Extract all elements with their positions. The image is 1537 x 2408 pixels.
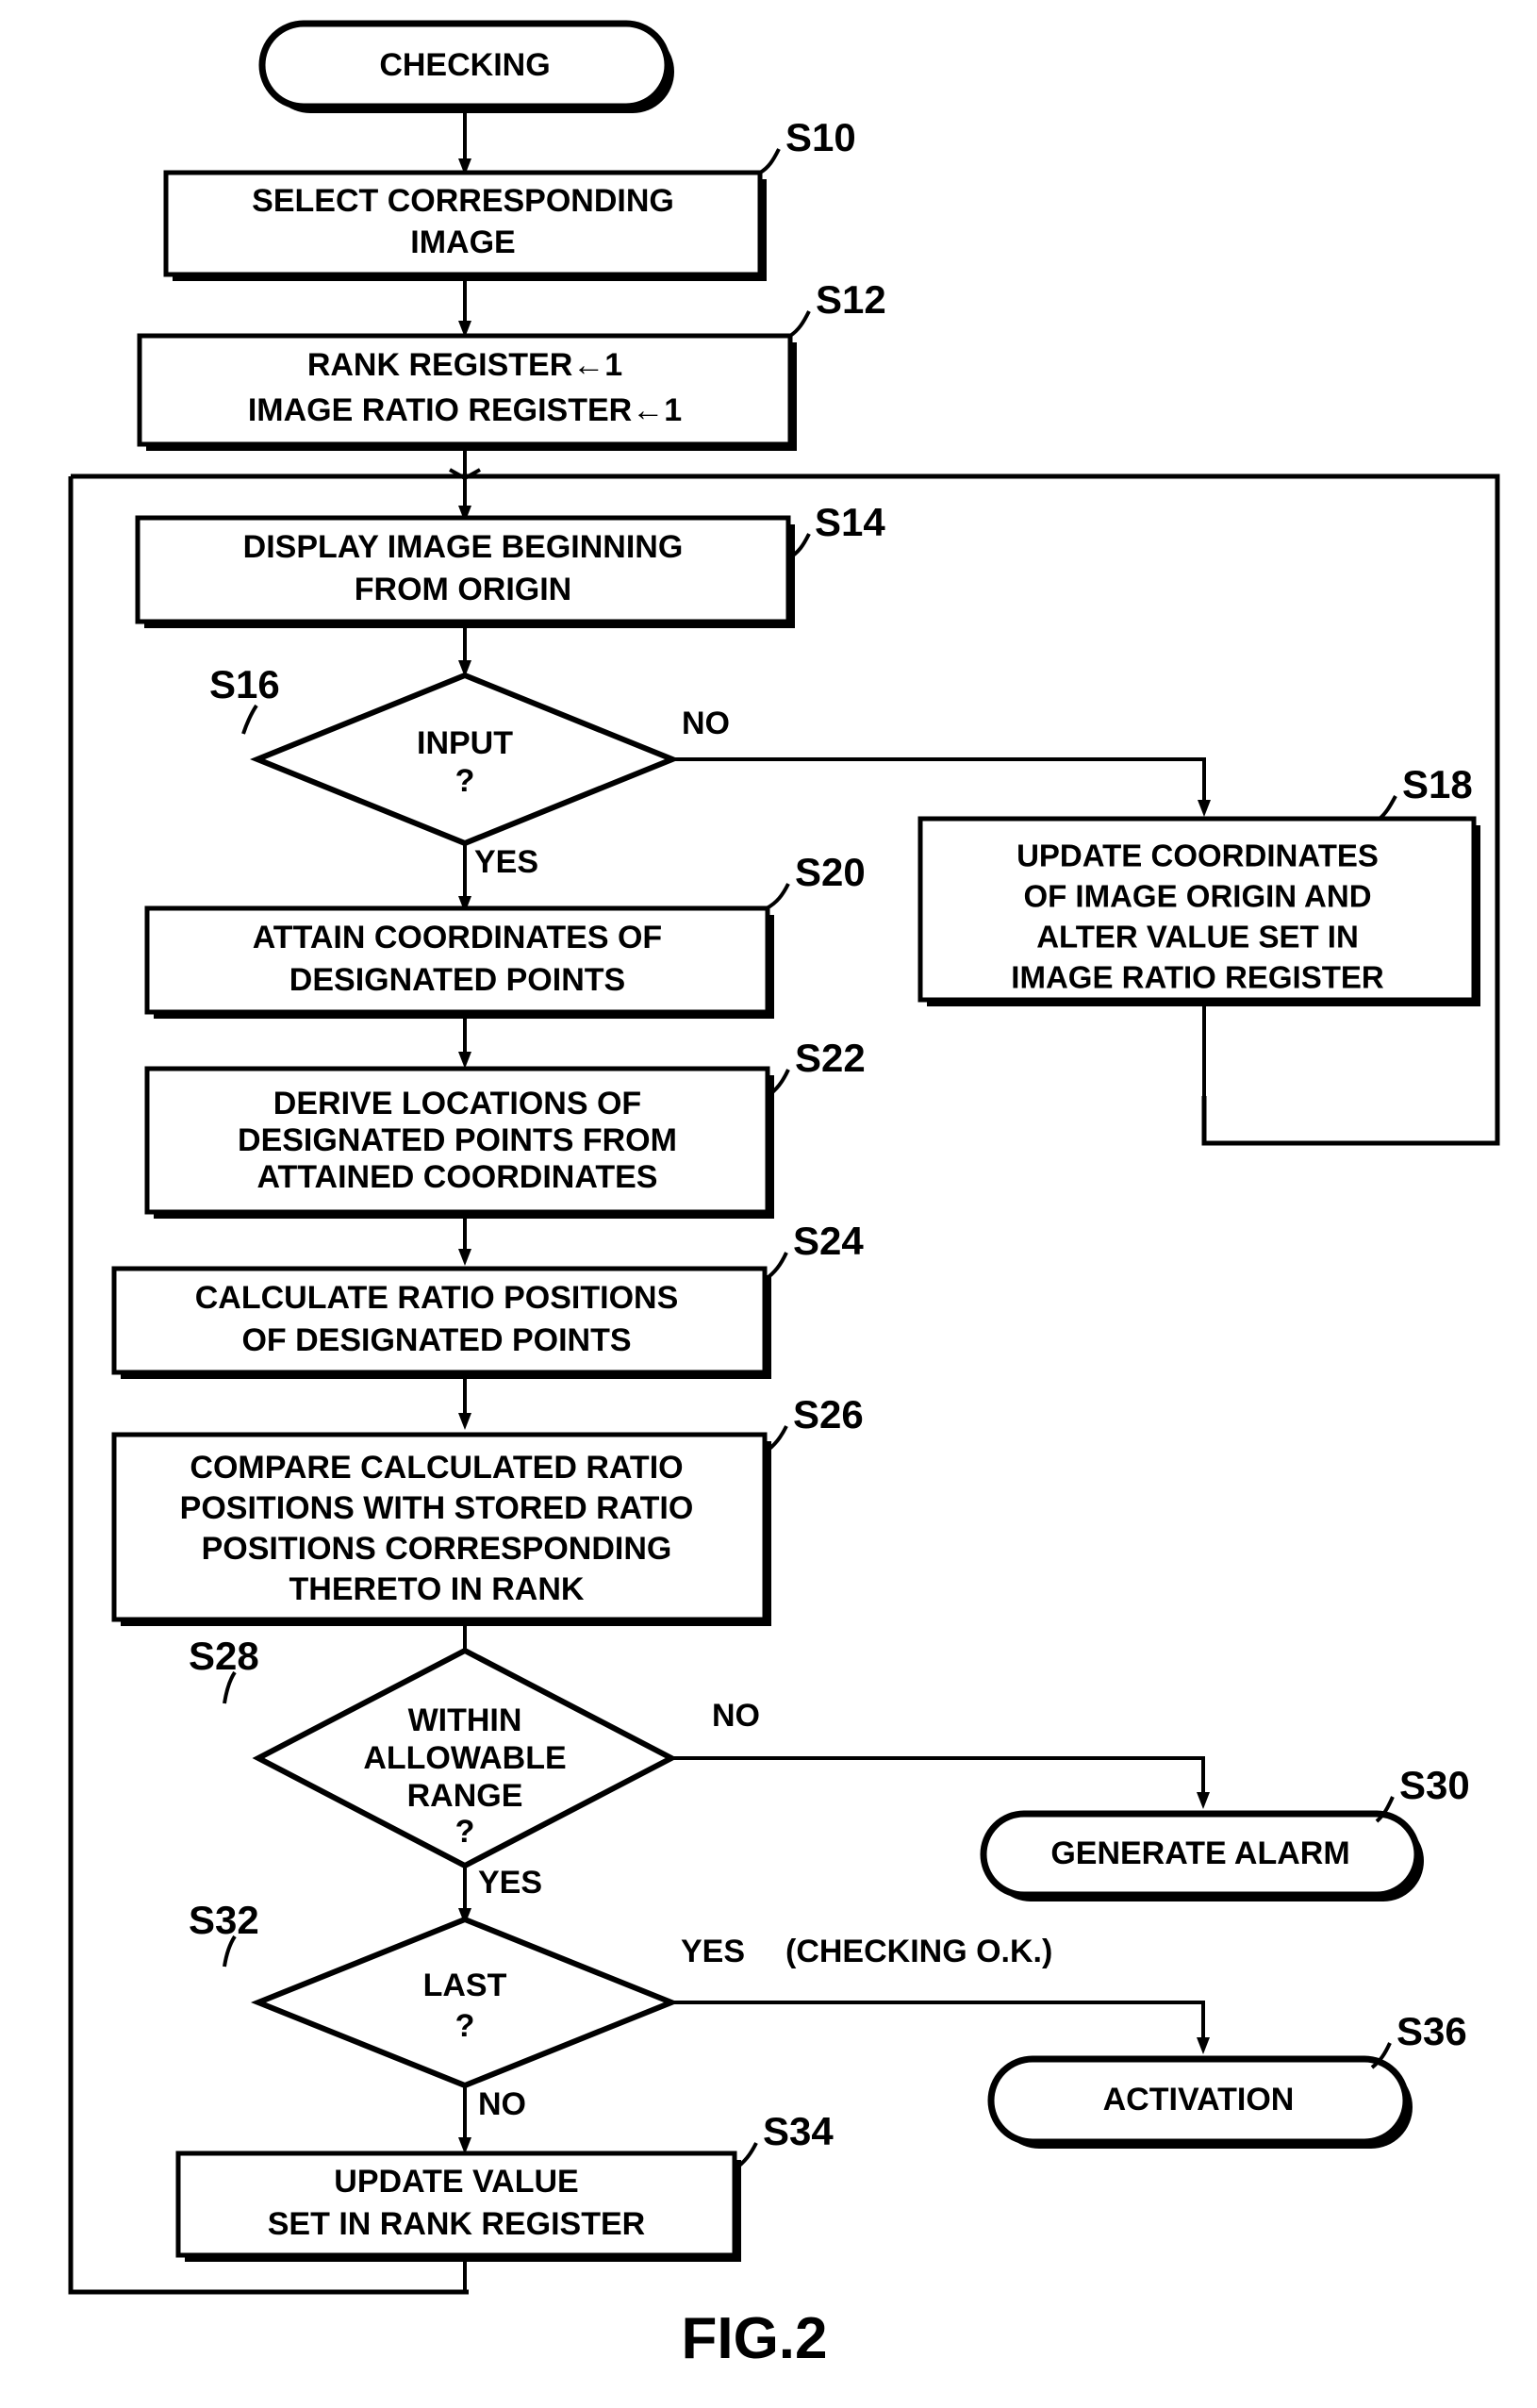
s20-step-label: S20 [795,850,866,894]
figure-container: CHECKING SELECT CORRESPONDING IMAGE S10 … [0,0,1537,2408]
s32-yes-label: YES [681,1934,745,1969]
s36-step-label: S36 [1397,2009,1467,2053]
outer-loop-right-edge [1201,476,1500,1146]
s24-line-1: CALCULATE RATIO POSITIONS [195,1280,679,1316]
figure-caption: FIG.2 [681,2306,827,2371]
s34-leader-line [733,2142,758,2171]
s24-line-2: OF DESIGNATED POINTS [241,1322,631,1358]
s16-step-label: S16 [209,662,280,706]
arrowhead-s20-s22 [458,1052,471,1069]
s36-node-label: ACTIVATION [1103,2082,1295,2117]
s28-line-1: WITHIN [408,1702,522,1738]
s18-line-3: ALTER VALUE SET IN [1036,920,1359,955]
s22-line-3: ATTAINED COORDINATES [257,1159,658,1195]
s10-leader-line [758,148,781,174]
arrowhead-s32-s36 [1197,2037,1210,2054]
s14-line-1: DISPLAY IMAGE BEGINNING [243,529,684,565]
s18-step-label: S18 [1402,762,1473,806]
s10-step-label: S10 [785,115,856,159]
s32-step-label: S32 [189,1898,259,1942]
s14-line-2: FROM ORIGIN [355,572,571,607]
s18-leader-line [1378,795,1397,821]
s26-line-3: POSITIONS CORRESPONDING [202,1531,672,1567]
s20-line-2: DESIGNATED POINTS [289,962,625,998]
edge-s28-no-to-s30 [671,1756,1205,1803]
s16-line-2: ? [455,763,475,799]
arrowhead-s16-s18 [1198,800,1211,817]
s18-line-1: UPDATE COORDINATES [1016,839,1379,873]
flowchart-svg: CHECKING SELECT CORRESPONDING IMAGE S10 … [68,20,1500,2371]
s10-line-1: SELECT CORRESPONDING [252,183,674,219]
s14-step-label: S14 [815,500,885,544]
s22-line-1: DERIVE LOCATIONS OF [273,1086,641,1121]
start-node-label: CHECKING [379,47,550,83]
s12-line-1: RANK REGISTER←1 [307,347,622,383]
s20-leader-line [766,883,790,910]
s26-line-1: COMPARE CALCULATED RATIO [190,1450,683,1486]
s16-no-label: NO [682,706,730,741]
arrowhead-s22-s24 [458,1249,471,1266]
s28-line-2: ALLOWABLE [363,1740,566,1776]
s28-yes-label: YES [478,1865,542,1901]
s26-line-4: THERETO IN RANK [289,1571,585,1607]
s12-leader-line [788,310,811,338]
s28-line-4: ? [455,1814,475,1850]
s18-line-4: IMAGE RATIO REGISTER [1011,960,1384,995]
s30-node-label: GENERATE ALARM [1050,1835,1349,1871]
s24-step-label: S24 [793,1219,864,1263]
s18-line-2: OF IMAGE ORIGIN AND [1023,879,1371,914]
s12-line-2: IMAGE RATIO REGISTER←1 [248,392,682,428]
s26-line-2: POSITIONS WITH STORED RATIO [180,1490,694,1526]
s24-leader-line [763,1252,788,1282]
edge-s32-yes-to-s36 [671,2001,1205,2049]
s10-line-2: IMAGE [410,224,515,260]
edge-s16-no-to-s18 [672,757,1206,811]
s26-step-label: S26 [793,1392,864,1436]
s32-line-2: ? [455,2008,475,2044]
s34-line-1: UPDATE VALUE [334,2164,578,2200]
s34-step-label: S34 [763,2109,834,2153]
s30-step-label: S30 [1399,1763,1470,1807]
s22-step-label: S22 [795,1036,866,1080]
s28-line-3: RANGE [407,1778,523,1814]
s22-line-2: DESIGNATED POINTS FROM [238,1122,677,1158]
arrowhead-s24-s26 [458,1413,471,1430]
s32-line-1: LAST [423,1968,507,2003]
s28-step-label: S28 [189,1634,259,1678]
s32-yes-note-label: (CHECKING O.K.) [785,1934,1052,1969]
s16-leader-line [241,704,258,735]
s32-no-label: NO [478,2086,526,2122]
s20-line-1: ATTAIN COORDINATES OF [253,920,662,955]
arrowhead-s28-s30 [1197,1792,1210,1809]
s28-no-label: NO [712,1698,760,1734]
s34-line-2: SET IN RANK REGISTER [268,2206,645,2242]
s16-line-1: INPUT [417,725,513,761]
s26-leader-line [763,1425,788,1454]
s16-yes-label: YES [474,844,538,880]
s12-step-label: S12 [816,277,886,322]
